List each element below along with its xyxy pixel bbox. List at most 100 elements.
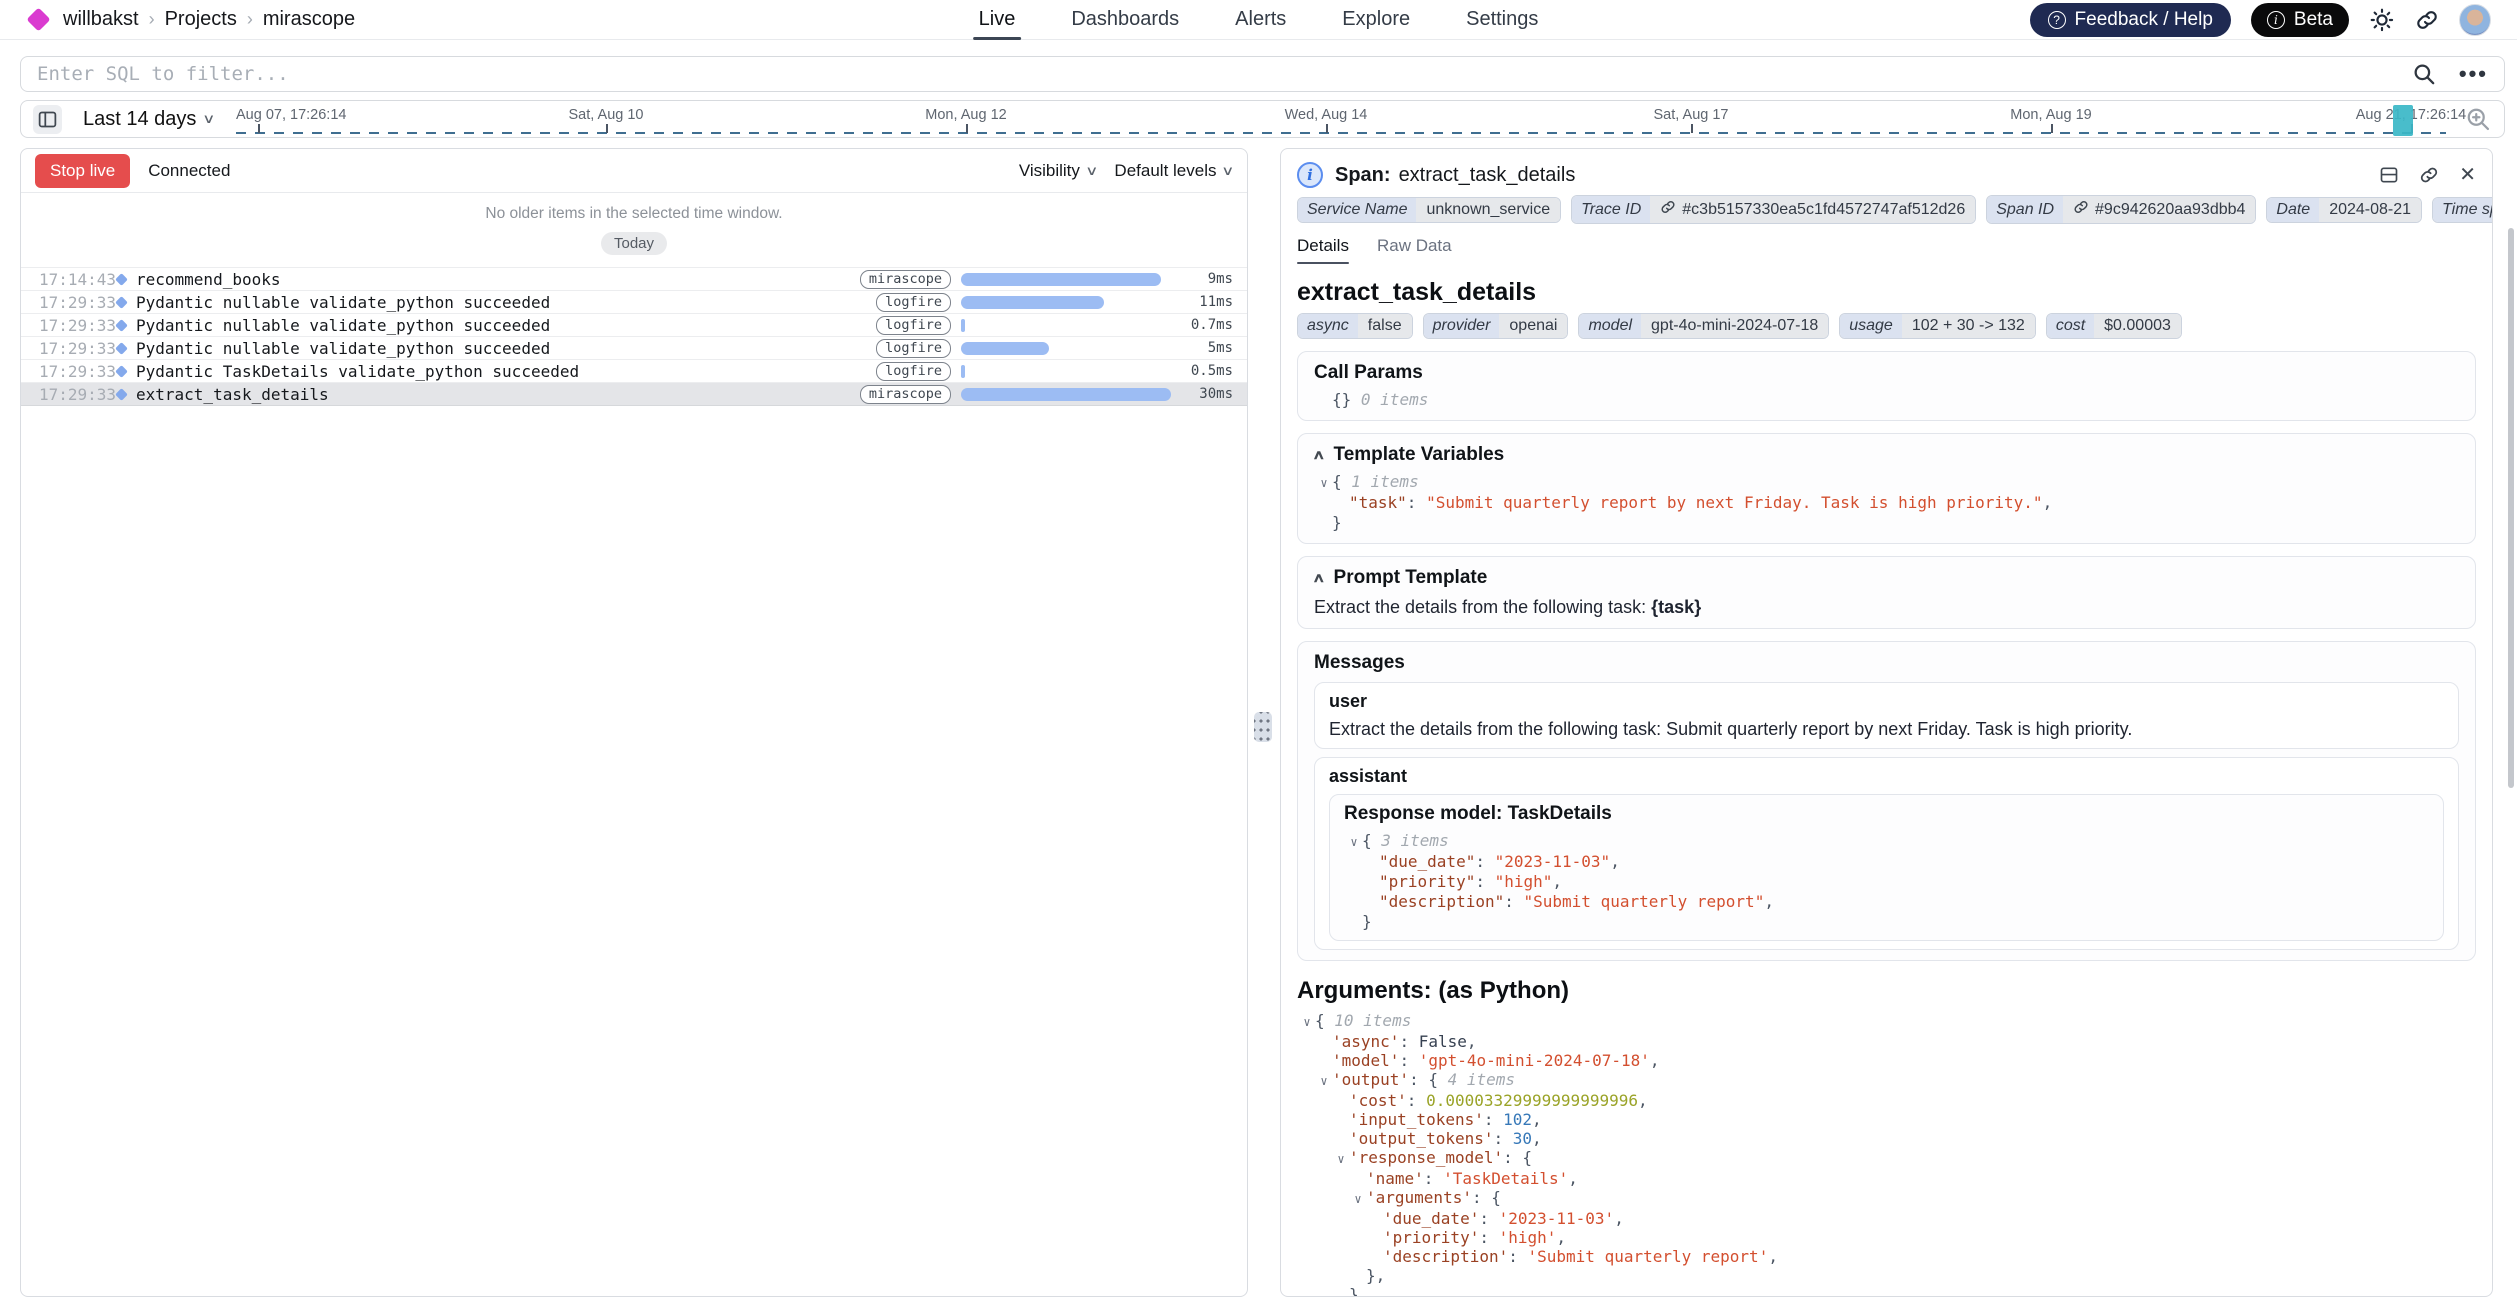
code-token: 'response_model': [1349, 1148, 1503, 1167]
messages-card: Messages user Extract the details from t…: [1297, 641, 2476, 961]
close-panel-icon[interactable]: ✕: [2459, 165, 2476, 185]
code-token: 'priority': [1383, 1228, 1479, 1247]
timeline-selection[interactable]: [2393, 105, 2413, 136]
tab-details[interactable]: Details: [1297, 236, 1349, 264]
code-token: },: [1366, 1266, 1385, 1285]
feedback-help-button[interactable]: ? Feedback / Help: [2030, 3, 2231, 37]
badge-value: gpt-4o-mini-2024-07-18: [1641, 314, 1828, 338]
log-list: 17:14:43recommend_booksmirascope9ms17:29…: [21, 267, 1247, 406]
copy-span-link-button[interactable]: [2419, 165, 2439, 185]
code-line: ∨{ 3 items: [1344, 831, 2429, 852]
span-header-actions: ✕: [2379, 165, 2476, 185]
more-options-icon[interactable]: •••: [2459, 70, 2488, 79]
visibility-dropdown[interactable]: Visibility: [1019, 161, 1097, 181]
nav-tab-settings[interactable]: Settings: [1466, 0, 1538, 40]
link-icon-wrap[interactable]: [2073, 199, 2089, 220]
log-row[interactable]: 17:14:43recommend_booksmirascope9ms: [21, 268, 1247, 291]
code-line: },: [1297, 1266, 2476, 1285]
scope-badge: logfire: [876, 293, 951, 312]
prompt-variable: {task}: [1651, 597, 1701, 617]
collapse-toggle-icon[interactable]: ∨: [1350, 1190, 1366, 1209]
log-row[interactable]: 17:29:33 Pydantic TaskDetails validate_py…: [21, 360, 1247, 383]
badge-label: Date: [2267, 198, 2319, 222]
link-icon-wrap[interactable]: [1660, 199, 1676, 220]
collapse-toggle-icon[interactable]: ∨: [1316, 473, 1332, 493]
log-row[interactable]: 17:29:33Pydantic nullable validate_pytho…: [21, 291, 1247, 314]
panel-resize-handle[interactable]: [1254, 712, 1272, 742]
breadcrumb-item[interactable]: Projects: [165, 8, 237, 31]
timeline-bar: Last 14 days Aug 07, 17:26:14Sat, Aug 10…: [20, 100, 2505, 138]
search-icon[interactable]: [2411, 61, 2437, 87]
log-message: Pydantic nullable validate_python succee…: [136, 293, 550, 312]
theme-toggle-button[interactable]: [2369, 7, 2395, 33]
code-line: {} 0 items: [1314, 390, 2459, 410]
code-token: :: [1508, 1247, 1527, 1266]
breadcrumb-separator: ›: [247, 9, 253, 30]
code-token: 102: [1503, 1110, 1532, 1129]
span-name-heading: extract_task_details: [1297, 278, 2476, 307]
collapse-toggle-icon[interactable]: ∨: [1346, 832, 1362, 852]
log-message: Pydantic TaskDetails validate_python suc…: [136, 362, 579, 381]
log-row[interactable]: 17:29:33Pydantic nullable validate_pytho…: [21, 337, 1247, 360]
nav-tab-live[interactable]: Live: [979, 0, 1016, 40]
log-row[interactable]: 17:29:33Pydantic nullable validate_pytho…: [21, 314, 1247, 337]
template-variables-json: ∨{ 1 items"task": "Submit quarterly repo…: [1314, 472, 2459, 533]
collapse-toggle-icon[interactable]: ∨: [1333, 1150, 1349, 1169]
code-token: :: [1494, 1129, 1513, 1148]
visibility-label: Visibility: [1019, 161, 1080, 181]
badge-label: usage: [1840, 314, 1902, 338]
code-line: 'async': False,: [1297, 1032, 2476, 1051]
collapse-toggle-icon[interactable]: ∨: [1316, 1072, 1332, 1091]
nav-tab-explore[interactable]: Explore: [1342, 0, 1410, 40]
collapse-toggle-icon[interactable]: ∨: [1299, 1013, 1315, 1032]
breadcrumb-item[interactable]: willbakst: [63, 8, 139, 31]
timeline-tick-label: Wed, Aug 14: [1285, 107, 1368, 123]
nav-tab-dashboards[interactable]: Dashboards: [1071, 0, 1179, 40]
code-token: 0 items: [1361, 390, 1428, 409]
kv-badge-cost: cost$0.00003: [2046, 313, 2182, 339]
code-token: ,: [1650, 1051, 1660, 1070]
response-model-title: Response model: TaskDetails: [1344, 803, 2429, 825]
stop-live-button[interactable]: Stop live: [35, 154, 130, 188]
scrollbar-thumb[interactable]: [2508, 228, 2514, 788]
duration-bar: [961, 342, 1049, 355]
share-link-button[interactable]: [2415, 8, 2439, 32]
code-token: ,: [1638, 1091, 1648, 1110]
log-row[interactable]: 17:29:33extract_task_detailsmirascope30m…: [21, 383, 1247, 406]
code-line: ∨'output': { 4 items: [1297, 1070, 2476, 1091]
assistant-message-card: assistant Response model: TaskDetails ∨{…: [1314, 757, 2459, 950]
log-row-meta: mirascope30ms: [860, 385, 1233, 404]
tab-raw-data[interactable]: Raw Data: [1377, 236, 1452, 264]
code-token: "Submit quarterly report": [1524, 892, 1765, 911]
beta-button[interactable]: i Beta: [2251, 3, 2349, 37]
brightness-icon: [2369, 7, 2395, 33]
dock-panel-button[interactable]: [2379, 165, 2399, 185]
code-token: :: [1399, 1051, 1418, 1070]
collapse-icon[interactable]: [1312, 570, 1325, 586]
collapse-icon[interactable]: [1312, 447, 1325, 463]
levels-dropdown[interactable]: Default levels: [1114, 161, 1233, 181]
badge-value-text: $0.00003: [2104, 317, 2171, 335]
sql-filter-input[interactable]: [37, 63, 2411, 85]
log-timestamp: 17:29:33: [39, 362, 111, 381]
code-line: ∨'arguments': {: [1297, 1188, 2476, 1209]
kv-badge-model: modelgpt-4o-mini-2024-07-18: [1578, 313, 1829, 339]
breadcrumb-item[interactable]: mirascope: [263, 8, 355, 31]
badge-value-text: unknown_service: [1426, 201, 1550, 219]
timeline-tick-label: Aug 07, 17:26:14: [236, 107, 346, 123]
user-message-text: Extract the details from the following t…: [1329, 719, 2444, 740]
zoom-in-button[interactable]: [2464, 105, 2492, 136]
badge-label: Trace ID: [1572, 196, 1650, 223]
main-nav: Live Dashboards Alerts Explore Settings: [979, 0, 1539, 40]
user-avatar[interactable]: [2459, 4, 2491, 36]
log-message: Pydantic nullable validate_python succee…: [136, 316, 550, 335]
nav-tab-alerts[interactable]: Alerts: [1235, 0, 1286, 40]
code-token: ,: [1552, 872, 1562, 891]
code-line: 'model': 'gpt-4o-mini-2024-07-18',: [1297, 1051, 2476, 1070]
link-icon: [1660, 199, 1676, 215]
call-params-title: Call Params: [1314, 362, 2459, 384]
top-actions: ? Feedback / Help i Beta: [2030, 3, 2491, 37]
code-token: 1 items: [1351, 472, 1418, 491]
code-line: },: [1297, 1285, 2476, 1297]
timeline-tick: [2051, 124, 2053, 133]
